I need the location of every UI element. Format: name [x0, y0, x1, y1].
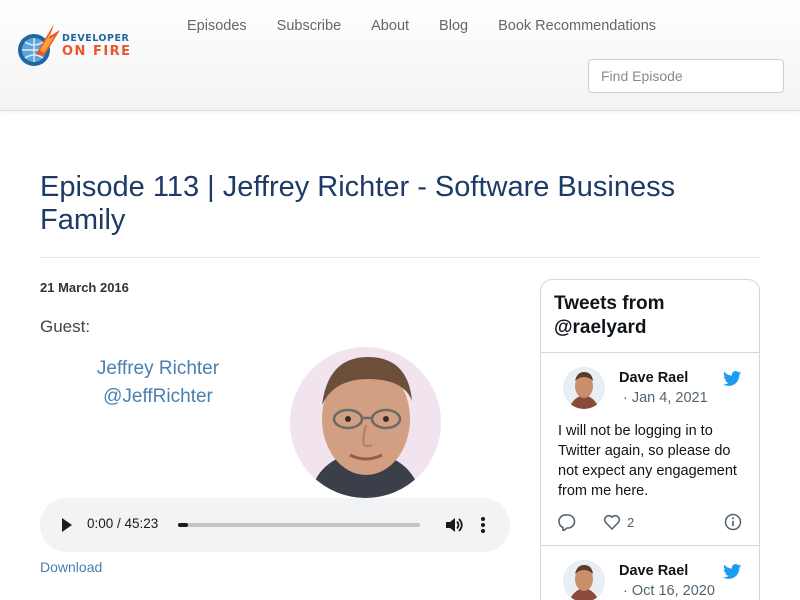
tweet-author-avatar-icon — [563, 367, 605, 409]
tweet-card[interactable]: Dave Rael · Jan 4, 2021 I will not be lo… — [541, 353, 759, 545]
guest-portrait-icon — [290, 347, 441, 498]
tweet-author-name[interactable]: Dave Rael — [619, 370, 688, 386]
guest-twitter-link[interactable]: @JeffRichter — [60, 386, 256, 408]
developer-on-fire-logo[interactable]: DEVELOPER ON FIRE — [14, 16, 159, 71]
guest-label: Guest: — [40, 317, 91, 336]
info-icon[interactable] — [724, 513, 742, 531]
find-episode-input[interactable] — [588, 59, 784, 93]
tweet-date[interactable]: · Oct 16, 2020 — [623, 583, 715, 599]
twitter-timeline-title[interactable]: Tweets from @raelyard — [554, 292, 744, 340]
nav-book-recommendations[interactable]: Book Recommendations — [483, 16, 671, 36]
tweet-actions: 2 — [558, 513, 748, 533]
nav-blog[interactable]: Blog — [424, 16, 483, 36]
episode-date: 21 March 2016 — [40, 280, 129, 295]
site-header: DEVELOPER ON FIRE Episodes Subscribe Abo… — [0, 0, 800, 111]
volume-icon[interactable] — [443, 515, 463, 535]
nav-episodes[interactable]: Episodes — [172, 16, 262, 36]
logo-wordmark: DEVELOPER ON FIRE — [62, 33, 132, 59]
tweet-date[interactable]: · Jan 4, 2021 — [623, 390, 708, 406]
tweet-author-avatar[interactable] — [563, 367, 605, 409]
nav-subscribe[interactable]: Subscribe — [262, 16, 356, 36]
main-nav: Episodes Subscribe About Blog Book Recom… — [172, 16, 671, 36]
audio-seek-bar[interactable] — [178, 523, 420, 527]
audio-progress-fill — [178, 523, 188, 527]
tweet-author-avatar[interactable] — [563, 560, 605, 600]
nav-about[interactable]: About — [356, 16, 424, 36]
logo-globe-icon — [18, 24, 60, 66]
reply-icon[interactable] — [558, 513, 576, 531]
tweet-author-name[interactable]: Dave Rael — [619, 563, 688, 579]
twitter-bird-icon[interactable] — [723, 371, 742, 387]
twitter-timeline-widget: Tweets from @raelyard Dave Rael · Jan 4,… — [540, 279, 760, 600]
play-icon[interactable] — [62, 518, 72, 532]
like-heart-icon[interactable] — [603, 513, 621, 531]
title-divider — [40, 257, 760, 258]
audio-time: 0:00 / 45:23 — [87, 516, 159, 531]
tweet-author-avatar-icon — [563, 560, 605, 600]
guest-name-link[interactable]: Jeffrey Richter — [60, 358, 256, 380]
tweet-card[interactable]: Dave Rael · Oct 16, 2020 — [541, 546, 759, 600]
twitter-bird-icon[interactable] — [723, 564, 742, 580]
audio-player: 0:00 / 45:23 — [40, 498, 510, 552]
guest-avatar — [290, 347, 441, 498]
page-title: Episode 113 | Jeffrey Richter - Software… — [40, 171, 676, 236]
more-options-icon[interactable] — [477, 515, 489, 535]
tweet-text: I will not be logging in to Twitter agai… — [558, 423, 737, 499]
like-count: 2 — [627, 515, 635, 530]
download-link[interactable]: Download — [40, 559, 102, 575]
